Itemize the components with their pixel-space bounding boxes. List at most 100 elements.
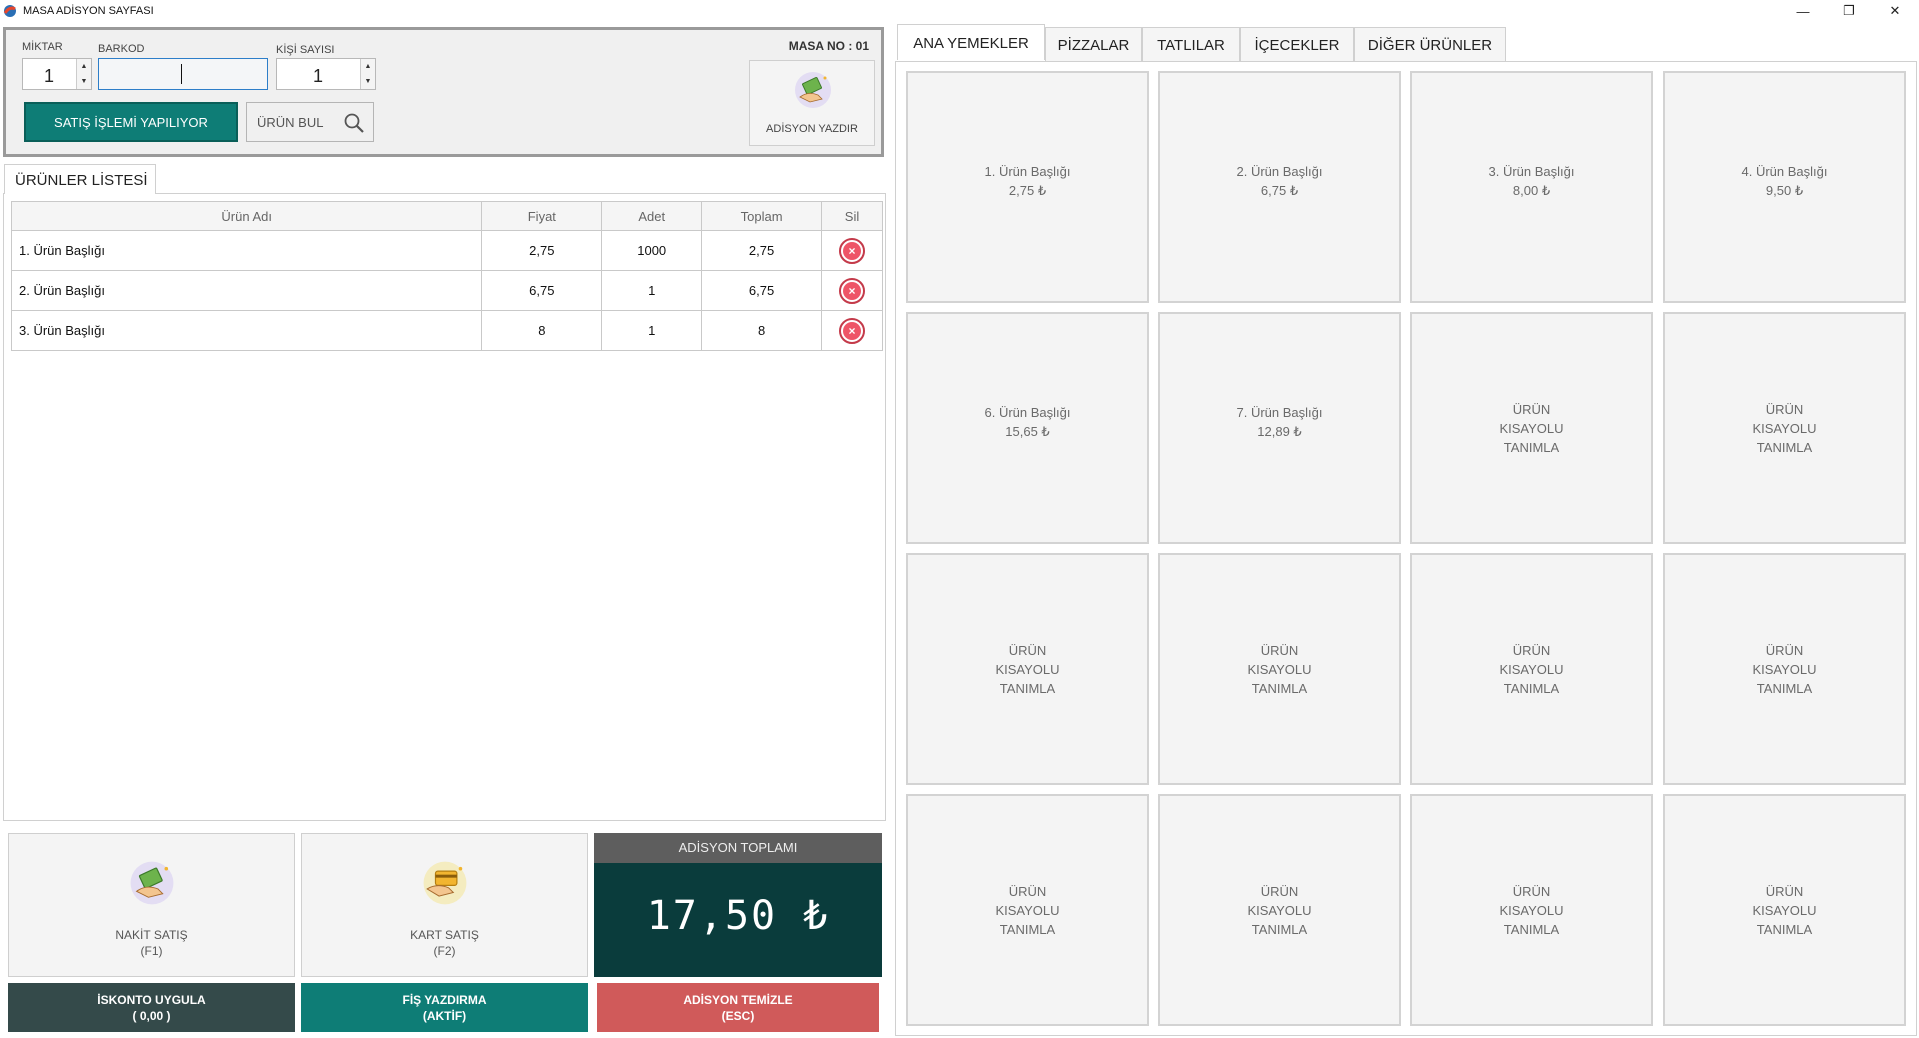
shortcut-price: 6,75 ₺: [1260, 182, 1299, 198]
undefined-shortcut-tile[interactable]: ÜRÜN KISAYOLU TANIMLA: [1663, 794, 1906, 1026]
delete-row-button[interactable]: ×: [839, 277, 865, 304]
miktar-down-icon[interactable]: ▼: [77, 74, 91, 89]
shortcut-line3: TANIMLA: [1503, 680, 1560, 696]
product-shortcut-tile[interactable]: 1. Ürün Başlığı 2,75 ₺: [906, 71, 1149, 303]
undefined-shortcut-tile[interactable]: ÜRÜN KISAYOLU TANIMLA: [1410, 312, 1653, 544]
adisyon-yazdir-button[interactable]: ADİSYON YAZDIR: [749, 60, 875, 146]
cash-hand-icon: [795, 72, 831, 108]
adisyon-temizle-shortcut: (ESC): [721, 1008, 755, 1023]
cell-toplam[interactable]: 8: [701, 310, 823, 351]
table-row[interactable]: 2. Ürün Başlığı 6,75 1 6,75 ×: [10, 270, 883, 311]
shortcut-line2: KISAYOLU: [995, 902, 1060, 918]
shortcut-content: ÜRÜN KISAYOLU TANIMLA: [995, 882, 1059, 939]
shortcut-line3: TANIMLA: [999, 680, 1056, 696]
kisi-up-icon[interactable]: ▲: [361, 59, 375, 74]
miktar-arrows[interactable]: ▲ ▼: [76, 59, 91, 89]
shortcut-line1: ÜRÜN: [1765, 642, 1804, 658]
col-header-toplam[interactable]: Toplam: [701, 201, 823, 231]
table-row[interactable]: 1. Ürün Başlığı 2,75 1000 2,75 ×: [10, 230, 883, 271]
undefined-shortcut-tile[interactable]: ÜRÜN KISAYOLU TANIMLA: [1158, 553, 1401, 785]
product-shortcut-tile[interactable]: 7. Ürün Başlığı 12,89 ₺: [1158, 312, 1401, 544]
cell-toplam[interactable]: 2,75: [701, 230, 823, 271]
cell-adet[interactable]: 1000: [601, 230, 703, 271]
shortcut-line1: ÜRÜN: [1008, 642, 1047, 658]
miktar-up-icon[interactable]: ▲: [77, 59, 91, 74]
shortcut-content: 1. Ürün Başlığı 2,75 ₺: [985, 162, 1071, 200]
undefined-shortcut-tile[interactable]: ÜRÜN KISAYOLU TANIMLA: [1410, 794, 1653, 1026]
nakit-satis-button[interactable]: NAKİT SATIŞ (F1): [8, 833, 295, 977]
kisi-sayisi-stepper[interactable]: 1 ▲ ▼: [276, 58, 376, 90]
kart-satis-label: KART SATIŞ (F2): [302, 927, 587, 959]
delete-x-icon: ×: [843, 241, 861, 260]
cell-adet[interactable]: 1: [601, 270, 703, 311]
title-bar: MASA ADİSYON SAYFASI — ❐ ✕: [0, 0, 1919, 22]
product-shortcut-tile[interactable]: 6. Ürün Başlığı 15,65 ₺: [906, 312, 1149, 544]
cell-adet[interactable]: 1: [601, 310, 703, 351]
table-row[interactable]: 3. Ürün Başlığı 8 1 8 ×: [10, 310, 883, 351]
tab-icecekler[interactable]: İÇECEKLER: [1240, 27, 1354, 61]
kart-satis-button[interactable]: KART SATIŞ (F2): [301, 833, 588, 977]
undefined-shortcut-tile[interactable]: ÜRÜN KISAYOLU TANIMLA: [906, 553, 1149, 785]
shortcut-panel: 1. Ürün Başlığı 2,75 ₺ 2. Ürün Başlığı 6,7…: [895, 61, 1917, 1036]
shortcut-content: ÜRÜN KISAYOLU TANIMLA: [1499, 641, 1563, 698]
undefined-shortcut-tile[interactable]: ÜRÜN KISAYOLU TANIMLA: [1663, 312, 1906, 544]
tab-urunler-listesi[interactable]: ÜRÜNLER LİSTESİ: [4, 164, 156, 194]
kisi-down-icon[interactable]: ▼: [361, 74, 375, 89]
table-header-row: Ürün Adı Fiyat Adet Toplam Sil: [10, 201, 883, 231]
iskonto-uygula-button[interactable]: İSKONTO UYGULA ( 0,00 ): [8, 983, 295, 1032]
cell-urun-adi[interactable]: 3. Ürün Başlığı: [10, 310, 483, 351]
iskonto-value: ( 0,00 ): [132, 1008, 171, 1023]
col-header-fiyat[interactable]: Fiyat: [481, 201, 603, 231]
shortcut-content: ÜRÜN KISAYOLU TANIMLA: [1499, 882, 1563, 939]
miktar-stepper[interactable]: 1 ▲ ▼: [22, 58, 92, 90]
shortcut-price: 8,00 ₺: [1512, 182, 1551, 198]
close-button[interactable]: ✕: [1872, 0, 1918, 22]
col-header-urun-adi[interactable]: Ürün Adı: [10, 201, 483, 231]
delete-x-icon: ×: [843, 281, 861, 300]
shortcut-line1: ÜRÜN: [1512, 401, 1551, 417]
minimize-button[interactable]: —: [1780, 0, 1826, 22]
cell-fiyat[interactable]: 8: [481, 310, 603, 351]
product-shortcut-tile[interactable]: 3. Ürün Başlığı 8,00 ₺: [1410, 71, 1653, 303]
product-shortcut-tile[interactable]: 2. Ürün Başlığı 6,75 ₺: [1158, 71, 1401, 303]
undefined-shortcut-tile[interactable]: ÜRÜN KISAYOLU TANIMLA: [1663, 553, 1906, 785]
kisi-sayisi-arrows[interactable]: ▲ ▼: [360, 59, 375, 89]
undefined-shortcut-tile[interactable]: ÜRÜN KISAYOLU TANIMLA: [1158, 794, 1401, 1026]
col-header-adet[interactable]: Adet: [601, 201, 703, 231]
iskonto-uygula-title: İSKONTO UYGULA: [97, 992, 206, 1007]
tab-ana-yemekler[interactable]: ANA YEMEKLER: [897, 24, 1045, 60]
col-header-sil[interactable]: Sil: [821, 201, 883, 231]
fis-yazdirma-button[interactable]: FİŞ YAZDIRMA (AKTİF): [301, 983, 588, 1032]
cell-toplam[interactable]: 6,75: [701, 270, 823, 311]
delete-row-button[interactable]: ×: [839, 237, 865, 264]
restore-button[interactable]: ❐: [1826, 0, 1872, 22]
undefined-shortcut-tile[interactable]: ÜRÜN KISAYOLU TANIMLA: [1410, 553, 1653, 785]
shortcut-line1: ÜRÜN: [1260, 883, 1299, 899]
satis-islemi-button[interactable]: SATIŞ İŞLEMİ YAPILIYOR: [24, 102, 238, 142]
shortcut-content: 2. Ürün Başlığı 6,75 ₺: [1237, 162, 1323, 200]
barkod-input[interactable]: [98, 58, 268, 90]
undefined-shortcut-tile[interactable]: ÜRÜN KISAYOLU TANIMLA: [906, 794, 1149, 1026]
shortcut-line3: TANIMLA: [1251, 680, 1308, 696]
masa-no: MASA NO : 01: [788, 39, 869, 53]
shortcut-line3: TANIMLA: [1756, 439, 1813, 455]
shortcut-title: 3. Ürün Başlığı: [1488, 163, 1575, 179]
shortcut-price: 9,50 ₺: [1765, 182, 1804, 198]
product-shortcut-tile[interactable]: 4. Ürün Başlığı 9,50 ₺: [1663, 71, 1906, 303]
cell-fiyat[interactable]: 2,75: [481, 230, 603, 271]
cell-fiyat[interactable]: 6,75: [481, 270, 603, 311]
tab-diger-urunler[interactable]: DİĞER ÜRÜNLER: [1354, 27, 1506, 61]
delete-row-button[interactable]: ×: [839, 317, 865, 344]
cell-urun-adi[interactable]: 1. Ürün Başlığı: [10, 230, 483, 271]
urun-bul-button[interactable]: ÜRÜN BUL: [246, 102, 374, 142]
cell-urun-adi[interactable]: 2. Ürün Başlığı: [10, 270, 483, 311]
miktar-value: 1: [43, 66, 54, 86]
adisyon-temizle-button[interactable]: ADİSYON TEMİZLE (ESC): [597, 983, 879, 1032]
shortcut-content: 4. Ürün Başlığı 9,50 ₺: [1742, 162, 1828, 200]
tab-tatlilar[interactable]: TATLILAR: [1142, 27, 1240, 61]
shortcut-price: 2,75 ₺: [1008, 182, 1047, 198]
tab-pizzalar[interactable]: PİZZALAR: [1045, 27, 1142, 61]
urunler-table: Ürün Adı Fiyat Adet Toplam Sil 1. Ürün B…: [10, 201, 883, 351]
shortcut-line2: KISAYOLU: [1499, 420, 1564, 436]
shortcut-line2: KISAYOLU: [1247, 661, 1312, 677]
